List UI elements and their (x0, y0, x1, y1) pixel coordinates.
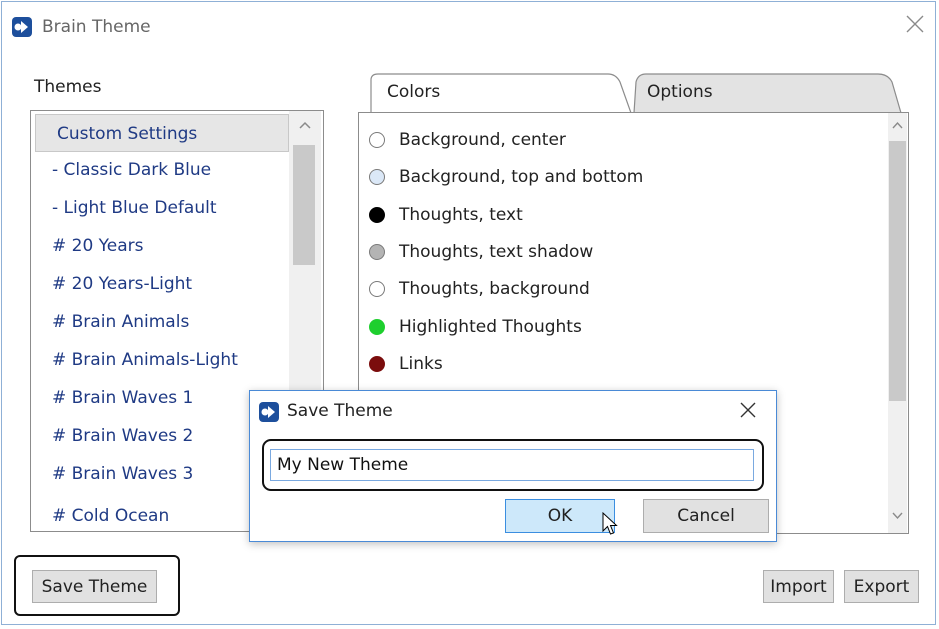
color-label: Background, center (399, 129, 566, 150)
cancel-button[interactable]: Cancel (643, 499, 769, 533)
scroll-thumb[interactable] (889, 141, 906, 401)
theme-item-custom-settings[interactable]: Custom Settings (35, 114, 289, 152)
theme-item[interactable]: # 20 Years (31, 227, 291, 265)
save-theme-button[interactable]: Save Theme (32, 570, 157, 603)
color-item[interactable]: Background, top and bottom (369, 158, 643, 195)
color-swatch[interactable] (369, 131, 385, 148)
mouse-cursor-icon (602, 512, 618, 535)
theme-item[interactable]: # Brain Animals-Light (31, 341, 291, 379)
color-swatch[interactable] (369, 168, 385, 185)
scroll-thumb[interactable] (293, 145, 315, 265)
close-icon[interactable] (738, 400, 758, 420)
color-item[interactable]: Thoughts, text shadow (369, 233, 593, 270)
color-label: Links (399, 353, 443, 374)
dialog-title: Save Theme (287, 401, 393, 421)
import-button[interactable]: Import (763, 570, 834, 603)
brain-app-icon (12, 17, 32, 37)
color-swatch[interactable] (369, 243, 385, 260)
color-item[interactable]: Background, center (369, 121, 566, 158)
color-swatch[interactable] (369, 206, 385, 223)
color-swatch[interactable] (369, 355, 385, 372)
colors-panel-scrollbar[interactable] (888, 113, 907, 533)
brain-app-icon (259, 402, 279, 422)
close-icon[interactable] (904, 13, 926, 35)
themes-label: Themes (34, 77, 102, 97)
color-swatch[interactable] (369, 318, 385, 335)
color-item[interactable]: Thoughts, text (369, 196, 523, 233)
color-item[interactable]: Thoughts, background (369, 270, 590, 307)
scroll-down-icon[interactable] (888, 507, 907, 525)
color-label: Background, top and bottom (399, 166, 644, 187)
color-swatch[interactable] (369, 280, 385, 297)
scroll-up-icon[interactable] (888, 117, 907, 135)
tab-colors-label: Colors (387, 82, 441, 102)
color-label: Thoughts, text (399, 204, 523, 225)
color-item[interactable]: Highlighted Thoughts (369, 308, 582, 345)
theme-name-input[interactable] (270, 449, 754, 481)
ok-button[interactable]: OK (505, 499, 615, 533)
color-item[interactable]: Links (369, 345, 443, 382)
theme-item[interactable]: - Classic Dark Blue (31, 151, 291, 189)
save-theme-dialog: Save Theme OK Cancel (249, 390, 777, 542)
color-label: Thoughts, background (399, 278, 590, 299)
color-label: Highlighted Thoughts (399, 316, 582, 337)
tab-options-label: Options (647, 82, 713, 102)
color-label: Thoughts, text shadow (399, 241, 594, 262)
scroll-up-icon[interactable] (289, 111, 321, 139)
theme-item[interactable]: - Light Blue Default (31, 189, 291, 227)
window-title: Brain Theme (42, 17, 151, 37)
theme-item[interactable]: # Brain Animals (31, 303, 291, 341)
theme-item[interactable]: # 20 Years-Light (31, 265, 291, 303)
export-button[interactable]: Export (844, 570, 919, 603)
